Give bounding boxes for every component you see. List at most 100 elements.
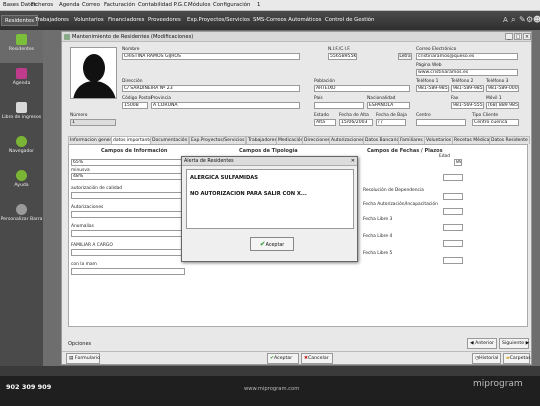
carpetas-button[interactable]: ▰Carpetas — [503, 353, 531, 364]
cancelar-button[interactable]: ✖Cancelar — [301, 353, 333, 364]
sidebar-item-navegador[interactable]: Navegador — [0, 132, 43, 165]
info-field-4[interactable] — [71, 211, 185, 218]
opciones-label[interactable]: Opciones — [68, 341, 91, 347]
tab-voluntarios-detail[interactable]: Voluntarios — [424, 136, 454, 144]
direccion-field[interactable]: C/ SARDIÑEIRA Nº 23 — [122, 85, 300, 92]
sidebar-item-agenda[interactable]: Agenda — [0, 64, 43, 97]
tab-financiadores[interactable]: Financiadores — [105, 15, 147, 26]
tab-datos-residente[interactable]: Datos Residente — [489, 136, 530, 144]
info-field-3[interactable] — [71, 192, 185, 199]
web-field[interactable]: www.cristinaramos.es — [416, 69, 518, 76]
tab-proveedores[interactable]: Proveedores — [145, 15, 184, 26]
info-field-2[interactable]: 48% — [71, 173, 185, 180]
dialog-line-2: NO AUTORIZACION PARA SALIR CON X... — [190, 191, 307, 197]
pen-icon[interactable]: ✎ — [519, 15, 526, 24]
footer-url[interactable]: www.miprogram.com — [244, 386, 299, 392]
telefono2-field[interactable]: 981-589-985 — [451, 85, 484, 92]
centro-field[interactable] — [416, 119, 466, 126]
fecha-field-5[interactable] — [443, 240, 463, 247]
maximize-button[interactable]: □ — [514, 33, 522, 40]
formulario-button[interactable]: ▤ Formulario — [66, 353, 100, 364]
menu-configuracion[interactable]: Configuración — [213, 2, 250, 8]
telefono3-field[interactable]: 981-589-000 — [486, 85, 519, 92]
font-a-icon[interactable]: A — [503, 16, 508, 24]
person-silhouette-icon — [73, 54, 116, 98]
fecha-field-1[interactable] — [443, 174, 463, 181]
tab-sms-correos[interactable]: SMS-Correos Automáticos — [250, 15, 324, 26]
sidebar-item-libro-ingresos[interactable]: Libro de ingresos — [0, 98, 43, 131]
tab-documentacion[interactable]: Documentación — [150, 136, 190, 144]
dialog-title-bar: Alerta de Residentes ✕ — [182, 157, 357, 166]
fecha-alta-field[interactable]: 15/06/2003 — [339, 119, 373, 126]
fecha-baja-field[interactable]: / / — [376, 119, 406, 126]
tab-exp-proyectos[interactable]: Exp.Proyectos/Servicios — [184, 15, 253, 26]
tab-voluntarios[interactable]: Voluntarios — [71, 15, 107, 26]
search-icon[interactable]: ⌕ — [511, 15, 515, 25]
nacionalidad-select[interactable]: ESPAÑOLA — [367, 102, 410, 109]
tab-exp-proyectos-servicios[interactable]: Exp.Proyectos/Servicios — [189, 136, 247, 144]
fecha-field-6[interactable] — [443, 257, 463, 264]
fecha-libre4-label: Fecha Libre 4 — [363, 234, 393, 239]
email-field[interactable]: cristinaramos@queso.es — [416, 53, 518, 60]
minimize-button[interactable]: _ — [505, 33, 513, 40]
info-field-6[interactable] — [71, 249, 185, 256]
nif-field[interactable]: 55658955K — [328, 53, 357, 60]
tab-trabajadores[interactable]: Trabajadores — [32, 15, 72, 26]
menu-ficheros[interactable]: Ficheros — [31, 2, 53, 8]
cp-field[interactable]: 15008 — [122, 102, 148, 109]
action-bar: ▤ Formulario ✔Aceptar ✖Cancelar ◷Histori… — [62, 351, 531, 365]
letra-button[interactable]: Letra — [398, 53, 412, 60]
menu-contabilidad[interactable]: Contabilidad P.G.C. — [138, 2, 189, 8]
user-icon[interactable]: ☻ — [533, 15, 540, 24]
aceptar-button[interactable]: ✔Aceptar — [267, 353, 299, 364]
sidebar-item-ayuda[interactable]: Ayuda — [0, 166, 43, 199]
fax-field[interactable]: 981-569-555 — [451, 102, 484, 109]
resident-photo[interactable] — [70, 47, 117, 99]
siguiente-button[interactable]: Siguiente ▶ — [499, 338, 529, 349]
info-field-1[interactable]: 65% — [71, 159, 185, 166]
close-icon[interactable]: ✕ — [351, 158, 355, 164]
estado-label: Estado — [314, 113, 329, 118]
agenda-icon — [16, 68, 27, 79]
settings-icon — [16, 204, 27, 215]
info-field-7[interactable] — [71, 268, 185, 275]
telefono1-field[interactable]: 981-589-985 — [416, 85, 449, 92]
tab-medicacion[interactable]: Medicación — [276, 136, 306, 144]
nif-label: N.I.F./C.I.F. — [328, 47, 351, 52]
fecha-field-3[interactable] — [443, 208, 463, 215]
tab-informacion-general[interactable]: Informacion general — [68, 136, 118, 144]
menu-modulos[interactable]: Módulos — [188, 2, 210, 8]
tab-trabajadores-detail[interactable]: Trabajadores — [246, 136, 279, 144]
menu-agenda[interactable]: Agenda — [59, 2, 80, 8]
nombre-field[interactable]: CRISTINA RAMOS GIJROS — [122, 53, 300, 60]
menu-facturacion[interactable]: Facturación — [104, 2, 135, 8]
tipo-cliente-select[interactable]: Centro cuenca — [472, 119, 519, 126]
provincia-field[interactable]: A CORUÑA — [151, 102, 300, 109]
menu-correo[interactable]: Correo — [82, 2, 100, 8]
fecha-alta-label: Fecha de Alta — [339, 113, 369, 118]
fecha-field-2[interactable] — [443, 193, 463, 200]
close-button[interactable]: × — [523, 33, 531, 40]
menu-bar: Bases Datos Ficheros Agenda Correo Factu… — [0, 0, 540, 11]
sidebar-item-residentes[interactable]: Residentes — [0, 30, 43, 63]
navigator-icon — [16, 136, 27, 147]
edad-field[interactable]: 89 — [454, 159, 462, 166]
poblacion-field[interactable]: ARTEIXO — [314, 85, 410, 92]
tab-control-gestion[interactable]: Control de Gestión — [322, 15, 377, 26]
fecha-field-4[interactable] — [443, 224, 463, 231]
sidebar-item-personalizar[interactable]: Personalizar Barra — [0, 200, 43, 233]
edad-label: Edad — [439, 154, 451, 159]
anterior-button[interactable]: ◀ Anterior — [467, 338, 497, 349]
numero-field: 1 — [70, 119, 116, 126]
tab-direcciones[interactable]: Direcciones — [302, 136, 333, 144]
tab-autorizaciones[interactable]: Autorizaciones — [329, 136, 367, 144]
pais-select[interactable] — [314, 102, 364, 109]
estado-select[interactable]: Alta — [314, 119, 336, 126]
menu-extra[interactable]: 1 — [257, 2, 260, 8]
info-field-5[interactable] — [71, 230, 185, 237]
tab-familiares[interactable]: Familiares — [398, 136, 425, 144]
tab-recetas-medicas[interactable]: Recetas Médicas — [452, 136, 494, 144]
movil-field[interactable]: (68) 889 985 — [486, 102, 519, 109]
dialog-aceptar-button[interactable]: ✔Aceptar — [250, 237, 294, 251]
historial-button[interactable]: ◷Historial — [472, 353, 501, 364]
